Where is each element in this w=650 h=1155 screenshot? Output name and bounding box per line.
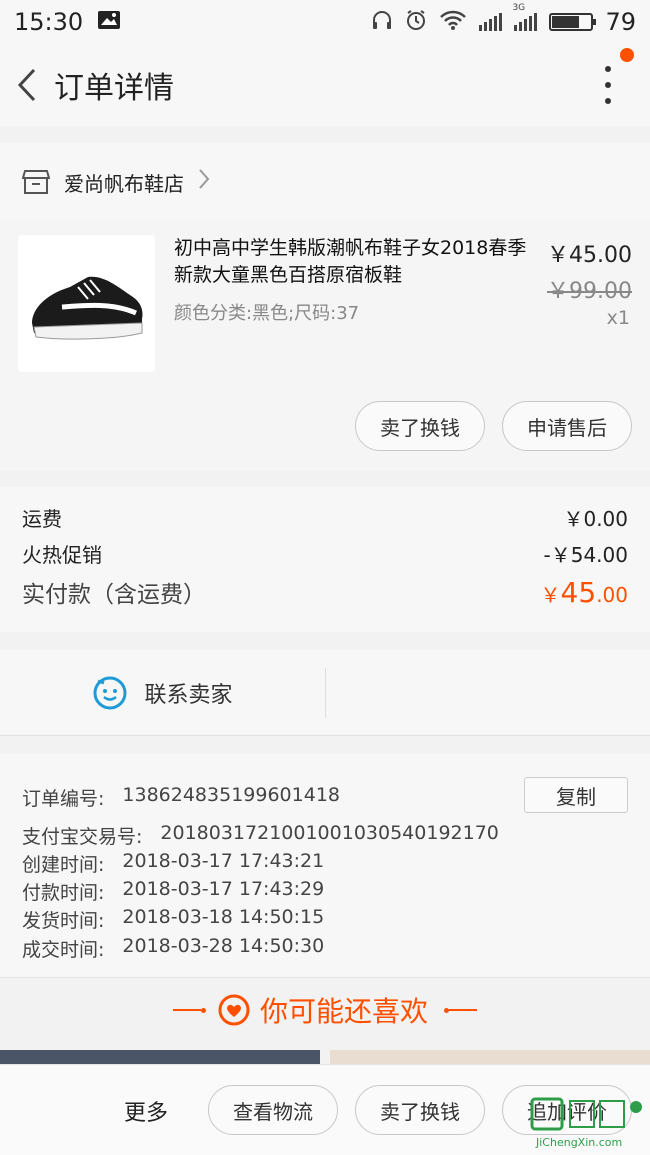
recommend-title: 你可能还喜欢	[259, 995, 428, 1028]
paid-time-label: 付款时间:	[22, 882, 105, 904]
status-bar: 15:30 3G 79	[0, 0, 650, 44]
product-spec: 颜色分类:黑色;尺码:37	[174, 303, 360, 324]
chat-bubble-icon	[93, 676, 127, 710]
product-title[interactable]: 初中高中学生韩版潮帆布鞋子女2018春季新款大童黑色百搭原宿板鞋	[174, 235, 530, 289]
alipay-trade-value: 2018031721001001030540192170	[160, 822, 499, 844]
battery-level: 79	[605, 8, 636, 36]
watermark-text: JiChengXin.com	[536, 1136, 623, 1149]
total-value: ￥45.00	[541, 576, 628, 609]
recommend-item-thumb[interactable]	[0, 1050, 320, 1064]
decor-line	[172, 1009, 201, 1011]
notification-dot	[620, 48, 634, 62]
order-item: 初中高中学生韩版潮帆布鞋子女2018春季新款大童黑色百搭原宿板鞋 颜色分类:黑色…	[0, 221, 650, 471]
total-currency: ￥	[540, 583, 561, 607]
order-number-row: 订单编号: 138624835199601418	[22, 784, 340, 811]
divider	[325, 668, 326, 718]
contact-seller-button[interactable]: 联系卖家	[0, 650, 325, 736]
shipped-time-row: 发货时间: 2018-03-18 14:50:15	[22, 906, 324, 933]
promo-label: 火热促销	[22, 543, 102, 567]
product-price: ￥45.00	[547, 243, 632, 268]
product-thumbnail[interactable]	[18, 235, 155, 372]
signal-3g-icon	[514, 13, 538, 31]
heart-icon	[218, 994, 250, 1026]
bottom-action-bar: 更多 查看物流 卖了换钱 追加评价 JiChengXin.com	[0, 1064, 650, 1155]
product-quantity: x1	[606, 307, 630, 329]
contact-seller-label: 联系卖家	[144, 683, 233, 708]
more-menu-button[interactable]	[596, 66, 620, 104]
created-time-label: 创建时间:	[22, 854, 105, 876]
closed-time-row: 成交时间: 2018-03-28 14:50:30	[22, 935, 324, 962]
paid-time-value: 2018-03-17 17:43:29	[122, 878, 325, 900]
shipping-value: ￥0.00	[563, 507, 628, 531]
chevron-left-icon	[17, 68, 36, 102]
store-icon	[22, 170, 50, 194]
created-time-row: 创建时间: 2018-03-17 17:43:21	[22, 850, 324, 877]
original-price: ￥99.00	[547, 279, 632, 304]
contact-section: 联系卖家	[0, 650, 650, 736]
page-title: 订单详情	[54, 71, 174, 106]
alarm-icon	[405, 9, 427, 36]
battery-icon	[549, 13, 597, 31]
headset-icon	[371, 9, 393, 36]
decor-line	[449, 1009, 477, 1011]
sell-button[interactable]: 卖了换钱	[355, 401, 485, 451]
alipay-trade-row: 支付宝交易号: 2018031721001001030540192170	[22, 822, 499, 849]
recommend-item-thumb[interactable]	[330, 1050, 650, 1064]
promo-value: -￥54.00	[543, 543, 628, 567]
closed-time-label: 成交时间:	[22, 939, 105, 961]
created-time-value: 2018-03-17 17:43:21	[122, 850, 325, 872]
network-type-label: 3G	[512, 3, 526, 13]
total-label: 实付款（含运费）	[22, 582, 206, 608]
recommend-header: 你可能还喜欢	[0, 980, 650, 1040]
shipped-time-label: 发货时间:	[22, 910, 105, 932]
watermark-logo-icon	[530, 1097, 642, 1131]
sell-again-button[interactable]: 卖了换钱	[355, 1085, 485, 1135]
shop-row[interactable]: 爱尚帆布鞋店	[0, 143, 650, 221]
recommend-strip	[0, 1050, 650, 1064]
shipped-time-value: 2018-03-18 14:50:15	[122, 906, 325, 928]
site-watermark: JiChengXin.com	[528, 1095, 646, 1151]
nav-bar: 订单详情	[0, 44, 650, 126]
chevron-right-icon	[198, 167, 210, 197]
fee-summary: 运费 ￥0.00 火热促销 -￥54.00 实付款（含运费） ￥45.00	[0, 487, 650, 632]
back-button[interactable]	[2, 44, 52, 126]
order-info: 订单编号: 138624835199601418 复制 支付宝交易号: 2018…	[0, 754, 650, 978]
more-actions-button[interactable]: 更多	[124, 1095, 168, 1127]
total-integer: 45	[560, 576, 597, 609]
order-number-label: 订单编号:	[22, 788, 105, 810]
total-decimal: .00	[596, 583, 628, 607]
alipay-trade-label: 支付宝交易号:	[22, 826, 143, 848]
signal-icon	[479, 13, 503, 31]
decor-dot	[200, 1007, 206, 1013]
view-logistics-button[interactable]: 查看物流	[208, 1085, 338, 1135]
after-sale-button[interactable]: 申请售后	[502, 401, 632, 451]
copy-button[interactable]: 复制	[524, 777, 628, 813]
status-time: 15:30	[14, 8, 84, 36]
wifi-icon	[439, 9, 467, 36]
order-number-value: 138624835199601418	[122, 784, 340, 806]
shipping-label: 运费	[22, 507, 62, 531]
shop-name: 爱尚帆布鞋店	[64, 171, 184, 196]
closed-time-value: 2018-03-28 14:50:30	[122, 935, 325, 957]
image-notification-icon	[97, 8, 121, 36]
paid-time-row: 付款时间: 2018-03-17 17:43:29	[22, 878, 324, 905]
